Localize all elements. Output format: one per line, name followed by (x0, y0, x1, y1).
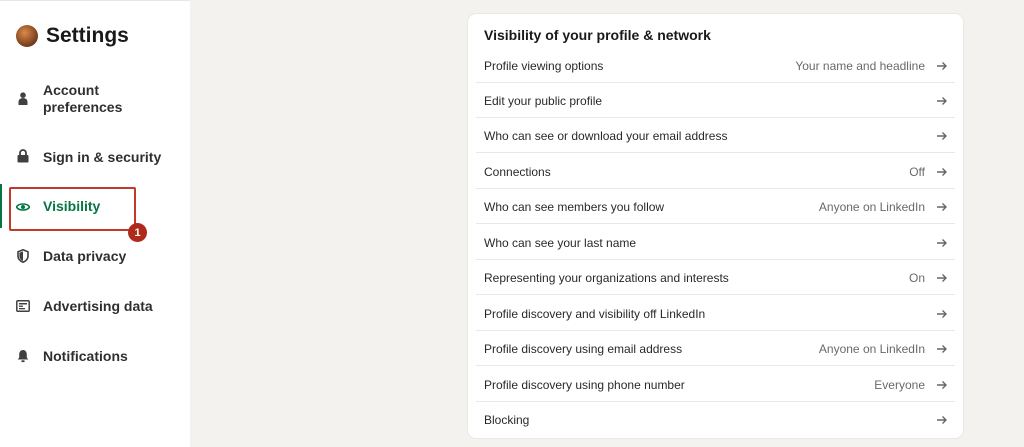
sidebar-item-account-preferences[interactable]: Account preferences (0, 81, 190, 117)
setting-row-label: Edit your public profile (484, 93, 603, 108)
bell-icon (16, 348, 30, 364)
setting-row-value: Off (909, 164, 925, 179)
row-divider (476, 365, 955, 366)
sidebar-item-label: Notifications (43, 348, 128, 364)
lock-icon (16, 148, 30, 164)
sidebar-item-label: Sign in & security (43, 149, 162, 165)
sidebar-item-label: Data privacy (43, 248, 127, 264)
annotation-highlight-box (9, 187, 136, 231)
visibility-settings-card: Visibility of your profile & network Pro… (468, 14, 963, 438)
section-title: Visibility of your profile & network (484, 27, 711, 43)
setting-row-blocking[interactable]: Blocking (468, 402, 963, 437)
sidebar-item-notifications[interactable]: Notifications (0, 346, 190, 366)
setting-row-value: On (908, 270, 925, 285)
row-divider (476, 223, 955, 224)
person-icon (16, 91, 30, 107)
settings-header: Settings (16, 21, 129, 51)
sidebar-item-data-privacy[interactable]: Data privacy (0, 246, 190, 266)
arrow-right-icon (935, 236, 949, 250)
setting-row-discovery-email[interactable]: Profile discovery using email address An… (468, 331, 963, 366)
setting-row-value: Everyone (874, 377, 925, 392)
arrow-right-icon (935, 413, 949, 427)
arrow-right-icon (935, 307, 949, 321)
sidebar-item-sign-in-security[interactable]: Sign in & security (0, 147, 190, 167)
sidebar-item-label: Account preferences (43, 82, 122, 116)
sidebar-item-label: Advertising data (43, 298, 153, 314)
setting-row-discovery-off-linkedin[interactable]: Profile discovery and visibility off Lin… (468, 296, 963, 331)
setting-row-label: Profile discovery using email address (484, 341, 683, 356)
row-divider (476, 294, 955, 295)
setting-row-members-you-follow[interactable]: Who can see members you follow Anyone on… (468, 189, 963, 224)
arrow-right-icon (935, 271, 949, 285)
shield-icon (16, 248, 30, 264)
sidebar-item-advertising-data[interactable]: Advertising data (0, 296, 190, 316)
setting-row-edit-public-profile[interactable]: Edit your public profile (468, 83, 963, 118)
setting-row-label: Who can see your last name (484, 235, 637, 250)
setting-row-email-visibility[interactable]: Who can see or download your email addre… (468, 118, 963, 153)
arrow-right-icon (935, 165, 949, 179)
newspaper-icon (16, 298, 30, 314)
arrow-right-icon (935, 342, 949, 356)
row-divider (476, 152, 955, 153)
avatar[interactable] (16, 25, 38, 47)
setting-row-last-name[interactable]: Who can see your last name (468, 225, 963, 260)
setting-row-connections[interactable]: Connections Off (468, 154, 963, 189)
setting-row-value: Your name and headline (795, 58, 925, 73)
setting-row-profile-viewing-options[interactable]: Profile viewing options Your name and he… (468, 48, 963, 83)
setting-row-label: Connections (484, 164, 551, 179)
settings-sidebar: Settings Account preferences Sign in & s… (0, 0, 190, 447)
sidebar-item-label-line2: preferences (43, 99, 123, 115)
setting-row-value: Anyone on LinkedIn (818, 199, 925, 214)
setting-row-label: Profile discovery and visibility off Lin… (484, 306, 706, 321)
sidebar-item-label-line1: Account (43, 82, 99, 98)
setting-row-label: Profile discovery using phone number (484, 377, 685, 392)
setting-row-label: Profile viewing options (484, 58, 604, 73)
setting-row-value: Anyone on LinkedIn (818, 341, 925, 356)
arrow-right-icon (935, 59, 949, 73)
setting-row-discovery-phone[interactable]: Profile discovery using phone number Eve… (468, 367, 963, 402)
step-number-badge: 1 (128, 223, 147, 242)
setting-row-label: Who can see members you follow (484, 199, 665, 214)
setting-row-label: Representing your organizations and inte… (484, 270, 729, 285)
setting-row-label: Who can see or download your email addre… (484, 128, 728, 143)
arrow-right-icon (935, 94, 949, 108)
arrow-right-icon (935, 129, 949, 143)
arrow-right-icon (935, 378, 949, 392)
setting-row-organizations-interests[interactable]: Representing your organizations and inte… (468, 260, 963, 295)
page-title: Settings (46, 24, 129, 47)
arrow-right-icon (935, 200, 949, 214)
setting-row-label: Blocking (484, 412, 530, 427)
